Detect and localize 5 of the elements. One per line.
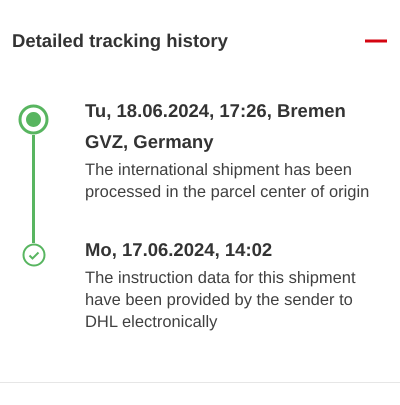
- section-title: Detailed tracking history: [12, 30, 228, 52]
- event-description: The instruction data for this shipment have been provided by the sender to DHL electronically: [85, 268, 357, 333]
- event-title: Tu, 18.06.2024, 17:26, Bremen GVZ, Germany: [85, 99, 347, 154]
- event-title: Mo, 17.06.2024, 14:02: [85, 238, 274, 262]
- event-description: The international shipment has been processed in the parcel center of origin: [85, 160, 370, 203]
